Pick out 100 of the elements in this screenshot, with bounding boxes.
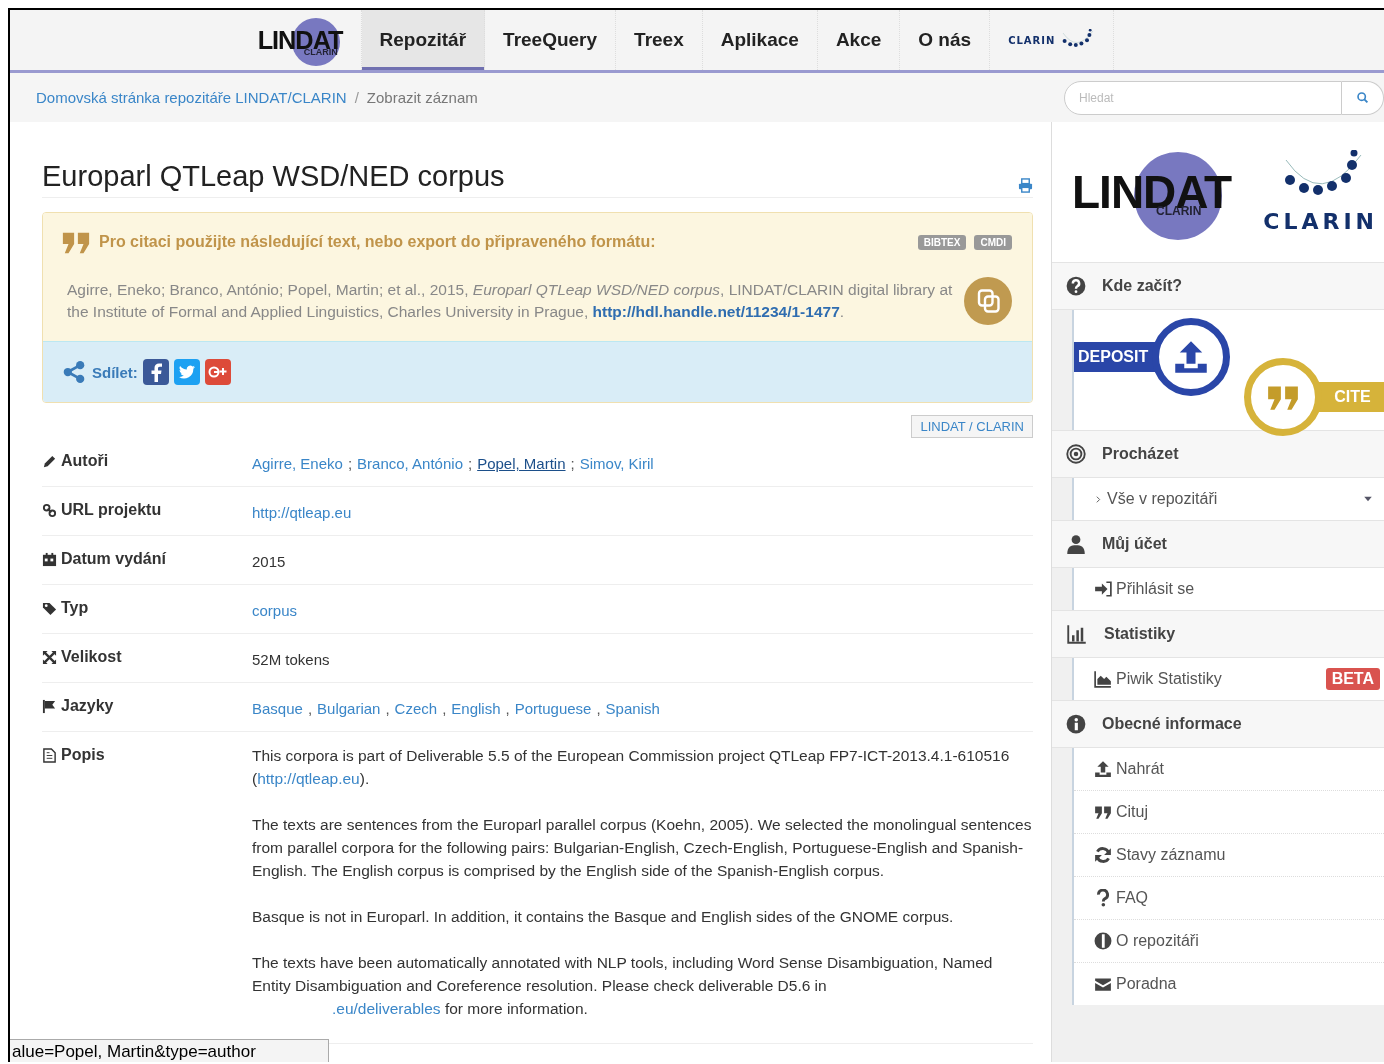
search-icon [1356,91,1369,104]
google-plus-icon [207,364,228,380]
nav-tab[interactable]: Aplikace [702,10,818,70]
field-link[interactable]: Simov, Kiril [579,455,654,472]
citation-heading: Pro citaci použijte následující text, nebo export do připraveného formátu: [99,233,657,251]
export-button[interactable]: CMDI [974,234,1012,250]
chevron-icon [1094,494,1103,504]
sidebar-section-header: Kde začít? [1052,262,1384,310]
description-paragraph: The texts are sentences from the Europarl parallel corpus (Koehn, 2005). We selected the monolingual sentences from parallel corpora for the following pairs: Bulgarian-English, Czech-English, Portuguese-English and Spanish-English. The English corpus is comprised by the English side of the Spanish-English corpus. [252,815,1033,881]
separator: ; [347,455,353,472]
print-icon [1018,178,1033,193]
field-label: Typ [61,599,89,617]
field-label: Velikost [61,648,122,666]
question-icon [1066,276,1086,296]
field-link[interactable]: Popel, Martin [477,455,566,472]
nav-tab[interactable]: Treex [616,10,703,70]
breadcrumb-separator: / [354,89,359,106]
target-icon [1066,444,1086,464]
separator: , [385,700,390,717]
clarin-logo: CLARIN [1263,150,1378,234]
quote-icon [1094,803,1112,821]
status-tooltip: alue=Popel, Martin&type=author [10,1039,329,1062]
collection-label[interactable]: LINDAT / CLARIN [911,415,1033,438]
field-label: Popis [61,746,105,764]
copy-button[interactable] [964,277,1012,325]
separator: ; [570,455,575,472]
qmark-icon [1094,889,1112,907]
sidebar-link[interactable]: Cituj [1074,791,1384,834]
description-paragraph: This corpora is part of Deliverable 5.5 of the European Commission project QTLeap FP7-ICT-2013.4.1-610516 (http://qtleap.eu). [252,746,1011,789]
field-value: 52M tokens [252,651,330,668]
link-icon [42,502,57,518]
field-link[interactable]: Czech [394,700,438,717]
separator: , [307,700,313,717]
field-link[interactable]: http://qtleap.eu [252,504,352,521]
item-title: Europarl QTLeap WSD/NED corpus [42,160,505,193]
separator: ; [468,455,473,472]
facebook-button[interactable] [142,359,169,385]
nav-tab[interactable]: Akce [817,10,901,70]
field-label: URL projektu [61,501,162,519]
field-link[interactable]: Basque [252,700,303,717]
sidebar-link[interactable]: Poradna [1074,963,1384,1005]
field-label: Jazyky [61,697,114,715]
sidebar-section-header: Obecné informace [1052,700,1384,748]
field-link[interactable]: Portuguese [514,700,592,717]
field-label: Datum vydání [61,550,166,568]
search-button[interactable] [1342,80,1384,115]
bird-icon [177,364,196,380]
description-paragraph: The texts have been automatically annotated with NLP tools, including Word Sense Disambiguation, Named Entity Disambiguation and Coreference resolution. Please check deliverable D5.6 in .eu/deliverables for more information. [252,953,994,1019]
sidebar-link[interactable]: Piwik Statistiky BETA [1074,658,1384,700]
nav-tab[interactable]: TreeQuery [485,10,617,70]
description-paragraph: Basque is not in Europarl. In addition, it contains the Basque and English sides of the GNOME corpus. [252,907,955,927]
field-link[interactable]: Bulgarian [317,700,381,717]
twitter-button[interactable] [173,359,200,385]
search-field[interactable]: Hledat [1064,80,1342,115]
separator: , [442,700,447,717]
info-icon [1066,714,1086,734]
signin-icon [1094,580,1112,598]
nav-tab[interactable]: Repozitář [361,10,486,70]
area-icon [1094,670,1112,688]
sidebar-section-header: Můj účet [1052,520,1384,568]
barchart-icon [1066,624,1088,644]
sidebar-link[interactable]: Nahrát [1074,748,1384,791]
export-button[interactable]: BIBTEX [917,234,967,250]
breadcrumb-current: Zobrazit záznam [366,89,478,106]
sidebar-link[interactable]: Vše v repozitáři [1074,478,1384,520]
handle-link[interactable]: http://hdl.handle.net/11234/1-1477 [592,303,840,320]
citation-text: Agirre, Eneko; Branco, António; Popel, Martin; et al., 2015, Europarl QTLeap WSD/NED corpus, LINDAT/CLARIN digital library at the Institute of Formal and Applied Linguistics, Charles University in Prague, http://hdl.handle.net/11234/1-1477. [67,280,954,322]
pencil-icon [42,453,57,469]
field-link[interactable]: Spanish [605,700,660,717]
beta-badge: BETA [1325,668,1380,690]
separator: , [505,700,510,717]
document-icon [42,747,57,763]
field-link[interactable]: English [451,700,501,717]
envelope-icon [1094,975,1112,993]
flag-icon [42,698,57,714]
share-label: Sdílet: [92,363,138,381]
share-icon [61,361,87,383]
resize-icon [42,649,57,665]
copy-icon [976,289,1000,313]
breadcrumb-link[interactable]: Domovská stránka repozitáře LINDAT/CLARIN [36,89,347,106]
upload-icon [1094,760,1112,778]
sidebar-link[interactable]: FAQ [1074,877,1384,920]
refresh-icon [1094,846,1112,864]
field-link[interactable]: Branco, António [357,455,463,472]
sidebar-link[interactable]: Přihlásit se [1074,568,1384,610]
sidebar-link[interactable]: O repozitáři [1074,920,1384,963]
field-link[interactable]: Agirre, Eneko [252,455,343,472]
calendar-icon [42,551,57,567]
description-link[interactable]: http://qtleap.eu [257,770,360,787]
sidebar-section-header: Statistiky [1052,610,1384,658]
description-link[interactable]: .eu/deliverables [332,1000,441,1017]
inbox-icon [1173,339,1210,375]
google-plus-button[interactable] [204,359,231,385]
field-label: Autoři [61,452,109,470]
field-link[interactable]: corpus [252,602,298,619]
sidebar-link[interactable]: Stavy záznamu [1074,834,1384,877]
separator: , [596,700,601,717]
clarin-logo[interactable]: CLARIN [1008,29,1096,51]
nav-tab[interactable]: O nás [900,10,991,70]
user-icon [1066,534,1086,554]
